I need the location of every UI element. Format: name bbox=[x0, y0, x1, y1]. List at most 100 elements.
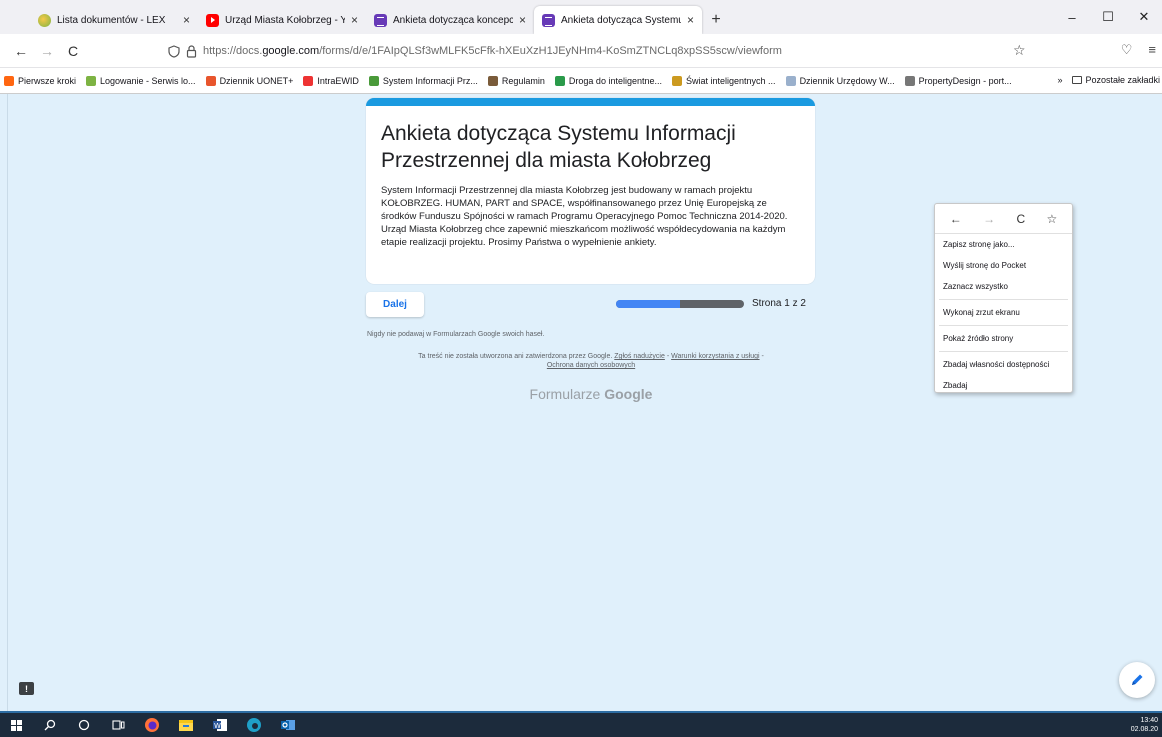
pencil-icon bbox=[1132, 674, 1143, 685]
outlook-icon[interactable] bbox=[276, 713, 300, 737]
folder-icon bbox=[1072, 76, 1083, 84]
bookmark-favicon-icon bbox=[785, 75, 796, 86]
pocket-icon[interactable]: ♡ bbox=[1121, 42, 1133, 58]
brand-prefix: Formularze bbox=[529, 386, 601, 402]
page-indicator: Strona 1 z 2 bbox=[752, 298, 806, 309]
url-bar[interactable]: https://docs.google.com/forms/d/e/1FAIpQ… bbox=[168, 39, 1038, 63]
context-menu: ← → C ☆ Zapisz stronę jako... Wyślij str… bbox=[934, 203, 1073, 393]
legal-text: Ta treść nie została utworzona ani zatwi… bbox=[418, 353, 613, 360]
close-window-button[interactable]: ✕ bbox=[1126, 0, 1162, 34]
menu-item-inspect[interactable]: Zbadaj bbox=[935, 375, 1072, 396]
tab-close-icon[interactable]: × bbox=[519, 13, 526, 27]
tab-close-icon[interactable]: × bbox=[183, 13, 190, 27]
bookmark-item[interactable]: Regulamin bbox=[487, 75, 545, 86]
bookmark-item[interactable]: Pierwsze kroki bbox=[4, 75, 76, 86]
cortana-icon[interactable] bbox=[72, 713, 96, 737]
bookmark-item[interactable]: Droga do inteligentne... bbox=[554, 75, 662, 86]
bookmark-favicon-icon bbox=[4, 75, 14, 86]
bookmark-item[interactable]: Logowanie - Serwis lo... bbox=[86, 75, 196, 86]
forward-icon[interactable]: → bbox=[983, 212, 995, 226]
shield-icon[interactable] bbox=[168, 44, 180, 58]
tab-bar: Lista dokumentów - LEX × Urząd Miasta Ko… bbox=[0, 0, 1162, 34]
forward-button[interactable]: → bbox=[36, 40, 58, 62]
file-explorer-icon[interactable] bbox=[174, 713, 198, 737]
firefox-icon[interactable] bbox=[140, 713, 164, 737]
bookmark-item[interactable]: System Informacji Prz... bbox=[368, 75, 478, 86]
page-edge bbox=[0, 94, 8, 711]
progress-bar bbox=[616, 300, 744, 308]
brand-name: Google bbox=[604, 386, 653, 402]
back-button[interactable]: ← bbox=[10, 40, 32, 62]
word-icon[interactable]: W bbox=[208, 713, 232, 737]
legal-notice: Ta treść nie została utworzona ani zatwi… bbox=[366, 352, 816, 370]
bookmark-label: Logowanie - Serwis lo... bbox=[100, 75, 196, 86]
bookmark-star-icon[interactable]: ☆ bbox=[1047, 212, 1058, 226]
menu-item-save-page[interactable]: Zapisz stronę jako... bbox=[935, 234, 1072, 255]
google-forms-logo[interactable]: Formularze Google bbox=[366, 386, 816, 402]
tab-title: Ankieta dotycząca koncepcji Sy bbox=[393, 14, 513, 26]
windows-start-icon[interactable] bbox=[4, 713, 28, 737]
bookmark-favicon-icon bbox=[554, 75, 565, 86]
privacy-link[interactable]: Ochrona danych osobowych bbox=[547, 362, 635, 369]
new-tab-button[interactable]: + bbox=[702, 6, 730, 34]
menu-item-view-source[interactable]: Pokaż źródło strony bbox=[935, 328, 1072, 349]
bookmark-item[interactable]: PropertyDesign - port... bbox=[904, 75, 1012, 86]
google-forms-icon bbox=[374, 13, 387, 27]
tab-title: Urząd Miasta Kołobrzeg - YouTu bbox=[225, 14, 345, 26]
menu-separator bbox=[939, 325, 1068, 326]
bookmark-label: IntraEWID bbox=[317, 75, 359, 86]
google-forms-icon bbox=[542, 13, 555, 27]
report-abuse-link[interactable]: Zgłoś nadużycie bbox=[614, 353, 665, 360]
clock-date: 02.08.20 bbox=[1130, 726, 1158, 733]
tab-ankieta-koncepcji[interactable]: Ankieta dotycząca koncepcji Sy × bbox=[366, 6, 534, 34]
tab-close-icon[interactable]: × bbox=[687, 13, 694, 27]
other-bookmarks-folder[interactable]: Pozostałe zakładki bbox=[1072, 75, 1160, 85]
bookmark-star-icon[interactable]: ☆ bbox=[1013, 42, 1026, 59]
next-button[interactable]: Dalej bbox=[366, 292, 424, 317]
menu-item-inspect-accessibility[interactable]: Zbadaj własności dostępności bbox=[935, 354, 1072, 375]
bookmarks-toolbar: Pierwsze kroki Logowanie - Serwis lo... Dz… bbox=[0, 68, 1162, 94]
menu-item-screenshot[interactable]: Wykonaj zrzut ekranu bbox=[935, 302, 1072, 323]
search-icon[interactable] bbox=[38, 713, 62, 737]
bookmark-item[interactable]: Świat inteligentnych ... bbox=[672, 75, 776, 86]
task-view-icon[interactable] bbox=[106, 713, 130, 737]
bookmark-item[interactable]: Dziennik Urzędowy W... bbox=[785, 75, 895, 86]
bookmarks-overflow-icon[interactable]: » bbox=[1057, 75, 1062, 85]
context-menu-nav: ← → C ☆ bbox=[935, 204, 1072, 234]
bookmark-favicon-icon bbox=[672, 75, 682, 86]
feedback-icon[interactable]: ! bbox=[19, 682, 34, 695]
tab-lex[interactable]: Lista dokumentów - LEX × bbox=[30, 6, 198, 34]
svg-text:W: W bbox=[214, 722, 221, 730]
url-prefix: https://docs. bbox=[203, 45, 263, 57]
menu-icon[interactable]: ≡ bbox=[1148, 42, 1156, 58]
bookmark-label: Świat inteligentnych ... bbox=[686, 75, 776, 86]
menu-separator bbox=[939, 351, 1068, 352]
bookmark-label: Dziennik Urzędowy W... bbox=[799, 75, 895, 86]
reload-icon[interactable]: C bbox=[1016, 212, 1025, 226]
maximize-button[interactable]: ☐ bbox=[1090, 0, 1126, 34]
bookmark-item[interactable]: Dziennik UONET+ bbox=[205, 75, 293, 86]
menu-item-select-all[interactable]: Zaznacz wszystko bbox=[935, 276, 1072, 297]
reload-button[interactable]: C bbox=[62, 40, 84, 62]
form-header-card: Ankieta dotycząca Systemu Informacji Prz… bbox=[366, 98, 815, 284]
edge-icon[interactable] bbox=[242, 713, 266, 737]
lock-icon[interactable] bbox=[186, 44, 197, 58]
lex-icon bbox=[38, 13, 51, 27]
separator: - bbox=[759, 353, 764, 360]
bookmark-item[interactable]: IntraEWID bbox=[303, 75, 359, 86]
system-clock[interactable]: 13:40 02.08.20 bbox=[1131, 716, 1158, 734]
bookmark-label: System Informacji Prz... bbox=[382, 75, 478, 86]
url-text: https://docs.google.com/forms/d/e/1FAIpQ… bbox=[203, 45, 782, 57]
tab-ankieta-systemu[interactable]: Ankieta dotycząca Systemu Info × bbox=[534, 6, 702, 34]
bookmark-label: Regulamin bbox=[501, 75, 545, 86]
tab-close-icon[interactable]: × bbox=[351, 13, 358, 27]
edit-button[interactable] bbox=[1119, 662, 1155, 698]
terms-link[interactable]: Warunki korzystania z usługi bbox=[671, 353, 759, 360]
tab-youtube[interactable]: Urząd Miasta Kołobrzeg - YouTu × bbox=[198, 6, 366, 34]
menu-item-send-to-pocket[interactable]: Wyślij stronę do Pocket bbox=[935, 255, 1072, 276]
tab-title: Lista dokumentów - LEX bbox=[57, 14, 166, 26]
other-bookmarks-label: Pozostałe zakładki bbox=[1085, 75, 1160, 85]
clock-time: 13:40 bbox=[1140, 717, 1158, 724]
minimize-button[interactable]: – bbox=[1054, 0, 1090, 34]
back-icon[interactable]: ← bbox=[950, 212, 962, 226]
